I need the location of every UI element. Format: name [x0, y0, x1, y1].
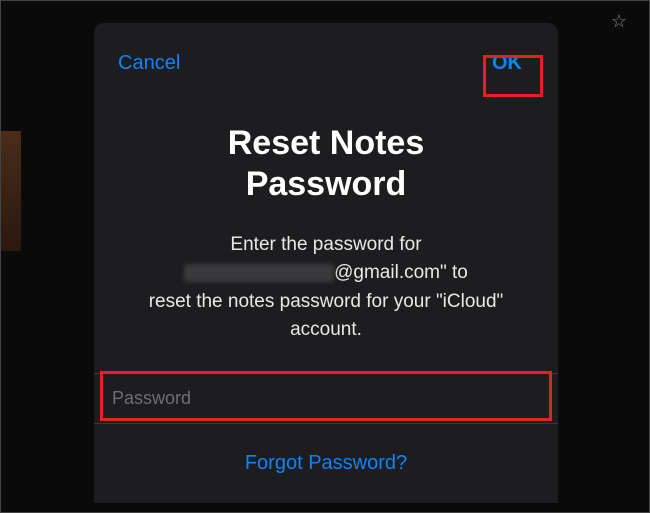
- description-line-2: reset the notes password for your "iClou…: [149, 291, 504, 312]
- ok-button[interactable]: OK: [480, 46, 534, 81]
- reset-password-modal: Cancel OK Reset Notes Password Enter the…: [94, 23, 558, 503]
- modal-title: Reset Notes Password: [94, 123, 558, 205]
- backdrop-image-strip: [1, 131, 21, 251]
- password-input[interactable]: [94, 373, 558, 424]
- star-icon: ☆: [611, 11, 627, 32]
- title-line-1: Reset Notes: [228, 124, 425, 162]
- password-field-wrapper: [94, 373, 558, 424]
- description-prefix: Enter the password for: [230, 234, 421, 255]
- forgot-password-link[interactable]: Forgot Password?: [94, 452, 558, 475]
- title-line-2: Password: [246, 165, 407, 203]
- description-email-suffix: @gmail.com" to: [334, 262, 468, 283]
- description-line-3: account.: [290, 319, 362, 340]
- redacted-email-prefix: [184, 264, 334, 282]
- modal-header: Cancel OK: [94, 23, 558, 81]
- cancel-button[interactable]: Cancel: [118, 52, 180, 75]
- modal-description: Enter the password for @gmail.com" to re…: [94, 231, 558, 345]
